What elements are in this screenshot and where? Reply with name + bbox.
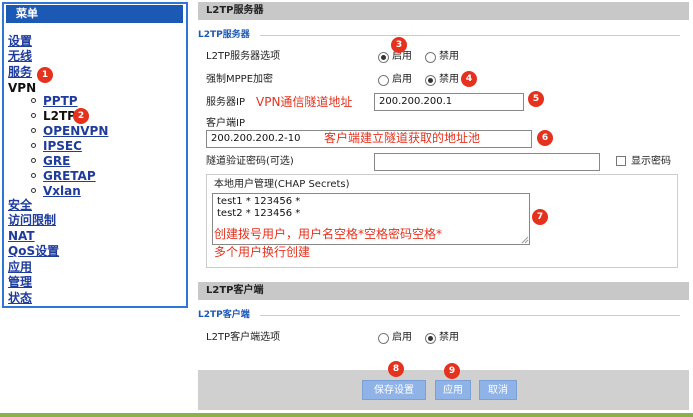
- server-enable-radio[interactable]: [378, 52, 389, 63]
- step-marker-5: 5: [528, 91, 544, 107]
- client-option-label: L2TP客户端选项: [206, 332, 281, 343]
- nav-vpn-ipsec[interactable]: IPSEC: [43, 140, 82, 153]
- nav-vpn-l2tp[interactable]: L2TP: [43, 110, 76, 123]
- server-ip-input[interactable]: 200.200.200.1: [374, 93, 524, 111]
- show-password-checkbox[interactable]: [616, 156, 626, 166]
- resize-grip-icon[interactable]: [521, 236, 529, 244]
- bullet-icon: [31, 128, 36, 133]
- server-disable-radio[interactable]: [425, 52, 436, 63]
- bullet-icon: [31, 143, 36, 148]
- server-option-label: L2TP服务器选项: [206, 51, 281, 62]
- nav-settings[interactable]: 设置: [8, 35, 32, 48]
- server-disable-label: 禁用: [439, 51, 459, 62]
- bullet-icon: [31, 113, 36, 118]
- server-ip-label: 服务器IP: [206, 97, 245, 108]
- group-divider: [260, 315, 680, 316]
- apply-button[interactable]: 应用: [435, 380, 471, 400]
- show-password-label: 显示密码: [631, 156, 671, 167]
- chap-annotation-line1: 创建拨号用户，用户名空格*空格密码空格*: [214, 227, 443, 241]
- server-ip-annotation: VPN通信隧道地址: [256, 95, 353, 109]
- nav-vpn[interactable]: VPN: [8, 82, 36, 95]
- nav-applications[interactable]: 应用: [8, 261, 32, 274]
- chap-secrets-label: 本地用户管理(CHAP Secrets): [214, 179, 350, 190]
- bullet-icon: [31, 188, 36, 193]
- menu-title: 菜单: [6, 5, 183, 23]
- client-disable-label: 禁用: [439, 332, 459, 343]
- nav-wireless[interactable]: 无线: [8, 50, 32, 63]
- save-settings-button[interactable]: 保存设置: [362, 380, 426, 400]
- bullet-icon: [31, 98, 36, 103]
- client-enable-radio[interactable]: [378, 333, 389, 344]
- step-marker-7: 7: [532, 209, 548, 225]
- tunnel-password-label: 隧道验证密码(可选): [206, 156, 294, 167]
- nav-access-control[interactable]: 访问限制: [8, 214, 56, 227]
- nav-status[interactable]: 状态: [8, 292, 32, 305]
- nav-vpn-pptp[interactable]: PPTP: [43, 95, 78, 108]
- step-marker-4: 4: [461, 71, 477, 87]
- tunnel-password-input[interactable]: [374, 153, 600, 171]
- cancel-button[interactable]: 取消: [479, 380, 517, 400]
- client-ip-annotation: 客户端建立隧道获取的地址池: [324, 131, 481, 145]
- mppe-disable-radio[interactable]: [425, 75, 436, 86]
- mppe-disable-label: 禁用: [439, 74, 459, 85]
- nav-vpn-gretap[interactable]: GRETAP: [43, 170, 96, 183]
- mppe-enable-label: 启用: [392, 74, 412, 85]
- step-marker-8: 8: [388, 361, 404, 377]
- step-marker-9: 9: [444, 363, 460, 379]
- nav-services[interactable]: 服务: [8, 66, 32, 79]
- nav-nat[interactable]: NAT: [8, 230, 35, 243]
- mppe-enable-radio[interactable]: [378, 75, 389, 86]
- step-marker-3: 3: [391, 37, 407, 53]
- nav-security[interactable]: 安全: [8, 199, 32, 212]
- server-group-title: L2TP服务器: [198, 30, 250, 40]
- bullet-icon: [31, 173, 36, 178]
- mppe-label: 强制MPPE加密: [206, 74, 274, 85]
- nav-management[interactable]: 管理: [8, 276, 32, 289]
- client-enable-label: 启用: [392, 332, 412, 343]
- step-marker-6: 6: [537, 130, 553, 146]
- nav-vpn-gre[interactable]: GRE: [43, 155, 70, 168]
- client-disable-radio[interactable]: [425, 333, 436, 344]
- nav-qos[interactable]: QoS设置: [8, 245, 59, 258]
- footer-stripe: [0, 413, 693, 417]
- client-ip-label: 客户端IP: [206, 118, 245, 129]
- step-marker-1: 1: [37, 67, 53, 83]
- bullet-icon: [31, 158, 36, 163]
- step-marker-2: 2: [73, 108, 89, 124]
- client-section-header: L2TP客户端: [198, 282, 689, 300]
- group-divider: [260, 35, 680, 36]
- chap-annotation-line2: 多个用户换行创建: [214, 245, 311, 259]
- nav-vpn-vxlan[interactable]: Vxlan: [43, 185, 81, 198]
- client-group-title: L2TP客户端: [198, 310, 250, 320]
- nav-vpn-openvpn[interactable]: OPENVPN: [43, 125, 108, 138]
- server-section-header: L2TP服务器: [198, 2, 689, 20]
